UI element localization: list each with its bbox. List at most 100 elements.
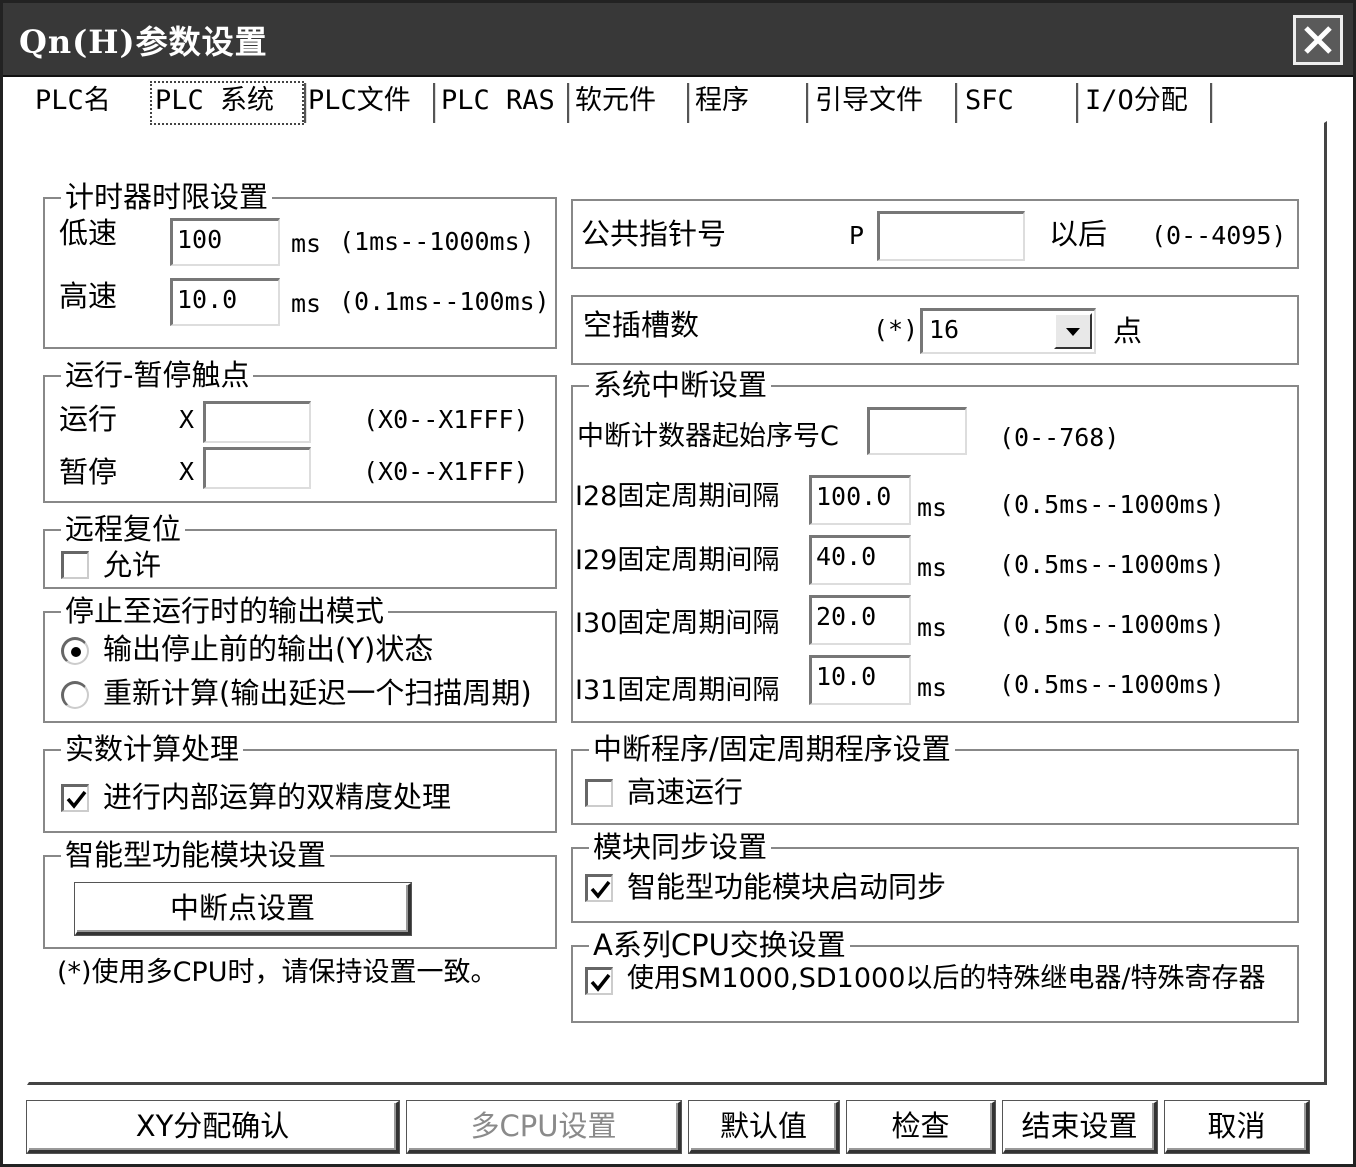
output-mode-keep-label: 输出停止前的输出(Y)状态: [103, 632, 434, 666]
i29-range: (0.5ms--1000ms): [999, 550, 1225, 579]
i29-unit: ms: [917, 553, 948, 582]
interrupt-point-setting-button[interactable]: 中断点设置: [75, 883, 411, 935]
module-sync-checkbox[interactable]: [585, 874, 613, 902]
tab-plc-file[interactable]: PLC文件: [308, 83, 411, 123]
high-speed-label: 高速: [59, 279, 118, 313]
title-bar: Qn(H)参数设置: [3, 3, 1353, 77]
close-icon: [1304, 26, 1332, 54]
tab-sfc[interactable]: SFC: [965, 83, 1014, 123]
common-pointer-input[interactable]: [877, 211, 1025, 261]
i30-label: I30固定周期间隔: [575, 608, 780, 639]
high-speed-input[interactable]: 10.0: [170, 278, 280, 326]
pause-range: (X0--X1FFF): [363, 457, 529, 486]
dropdown-button[interactable]: [1054, 313, 1092, 349]
module-sync-label: 智能型功能模块启动同步: [627, 870, 947, 904]
pause-label: 暂停: [59, 455, 118, 489]
run-contact-input[interactable]: [203, 401, 311, 443]
check-button[interactable]: 检查: [847, 1101, 995, 1153]
multi-cpu-setting-button[interactable]: 多CPU设置: [407, 1101, 681, 1153]
window-title: Qn(H)参数设置: [19, 23, 268, 61]
i28-unit: ms: [917, 493, 948, 522]
remote-reset-group-title: 远程复位: [61, 510, 186, 548]
i31-interval-input[interactable]: 10.0: [809, 655, 911, 705]
common-pointer-prefix: P: [849, 221, 865, 250]
i30-unit: ms: [917, 613, 948, 642]
run-pause-group-title: 运行-暂停触点: [61, 356, 254, 394]
low-speed-input[interactable]: 100: [170, 218, 280, 266]
i29-label: I29固定周期间隔: [575, 545, 780, 576]
tab-plc-system[interactable]: PLC 系统: [155, 83, 274, 123]
output-mode-group-title: 停止至运行时的输出模式: [61, 592, 389, 630]
i31-label: I31固定周期间隔: [575, 675, 780, 706]
i31-unit: ms: [917, 673, 948, 702]
run-prefix: X: [179, 405, 195, 434]
high-speed-unit: ms: [291, 289, 322, 318]
common-pointer-suffix: 以后: [1049, 217, 1108, 251]
empty-slots-value: 16: [929, 315, 960, 344]
checkmark-icon: [590, 880, 611, 899]
run-label: 运行: [59, 402, 118, 436]
radio-dot: [71, 647, 81, 657]
finish-setting-button[interactable]: 结束设置: [1003, 1101, 1157, 1153]
xy-assignment-confirm-button[interactable]: XY分配确认: [27, 1101, 399, 1153]
run-range: (X0--X1FFF): [363, 405, 529, 434]
tab-plc-ras[interactable]: PLC RAS: [441, 83, 555, 123]
low-speed-range: (1ms--1000ms): [339, 227, 535, 256]
double-precision-label: 进行内部运算的双精度处理: [103, 780, 452, 814]
output-mode-radio-keep[interactable]: [61, 637, 89, 665]
interrupt-counter-range: (0--768): [999, 423, 1120, 452]
tab-divider: [687, 83, 689, 123]
tab-divider: [806, 83, 808, 123]
tab-boot-file[interactable]: 引导文件: [815, 83, 923, 123]
tab-divider: [1210, 83, 1212, 123]
module-sync-group-title: 模块同步设置: [589, 828, 772, 866]
chevron-down-icon: [1066, 328, 1080, 336]
tab-divider: [955, 83, 957, 123]
tab-device[interactable]: 软元件: [575, 83, 656, 123]
tab-io-assignment[interactable]: I/O分配: [1085, 83, 1188, 123]
low-speed-label: 低速: [59, 216, 118, 250]
interrupt-counter-label: 中断计数器起始序号C: [577, 421, 839, 452]
multi-cpu-footnote: (*)使用多CPU时，请保持设置一致。: [57, 957, 498, 988]
empty-slots-star: (*): [873, 315, 919, 344]
output-mode-recalc-label: 重新计算(输出延迟一个扫描周期): [103, 676, 532, 710]
i30-range: (0.5ms--1000ms): [999, 610, 1225, 639]
common-pointer-range: (0--4095): [1151, 221, 1287, 250]
i31-range: (0.5ms--1000ms): [999, 670, 1225, 699]
high-speed-run-label: 高速运行: [627, 775, 744, 809]
double-precision-checkbox[interactable]: [61, 784, 89, 812]
system-interrupt-group-title: 系统中断设置: [589, 366, 772, 404]
tab-divider: [433, 83, 435, 123]
tab-plc-name[interactable]: PLC名: [35, 83, 111, 123]
close-button[interactable]: [1293, 15, 1343, 65]
remote-reset-allow-label: 允许: [103, 548, 162, 582]
a-series-checkbox[interactable]: [585, 967, 613, 995]
parameter-dialog: Qn(H)参数设置 PLC名 PLC 系统 PLC文件 PLC RAS 软元件 …: [0, 0, 1356, 1167]
i29-interval-input[interactable]: 40.0: [809, 535, 911, 585]
tab-divider: [567, 83, 569, 123]
tab-program[interactable]: 程序: [695, 83, 749, 123]
pause-prefix: X: [179, 457, 195, 486]
empty-slots-select[interactable]: 16: [920, 308, 1096, 354]
low-speed-unit: ms: [291, 229, 322, 258]
i28-label: I28固定周期间隔: [575, 481, 780, 512]
timer-group: 计时器时限设置: [43, 178, 557, 349]
interrupt-counter-input[interactable]: [867, 407, 967, 455]
common-pointer-label: 公共指针号: [581, 217, 727, 251]
remote-reset-allow-checkbox[interactable]: [61, 551, 89, 579]
output-mode-radio-recalc[interactable]: [61, 681, 89, 709]
tab-divider: [304, 83, 306, 123]
empty-slots-unit: 点: [1113, 314, 1143, 348]
high-speed-run-checkbox[interactable]: [585, 779, 613, 807]
i28-range: (0.5ms--1000ms): [999, 490, 1225, 519]
high-speed-range: (0.1ms--100ms): [339, 287, 550, 316]
tab-divider: [1076, 83, 1078, 123]
i30-interval-input[interactable]: 20.0: [809, 595, 911, 645]
default-button[interactable]: 默认值: [689, 1101, 839, 1153]
pause-contact-input[interactable]: [203, 447, 311, 489]
checkmark-icon: [590, 973, 611, 992]
i28-interval-input[interactable]: 100.0: [809, 475, 911, 525]
intelligent-module-group-title: 智能型功能模块设置: [61, 836, 331, 874]
empty-slots-label: 空插槽数: [583, 308, 700, 342]
cancel-button[interactable]: 取消: [1165, 1101, 1309, 1153]
